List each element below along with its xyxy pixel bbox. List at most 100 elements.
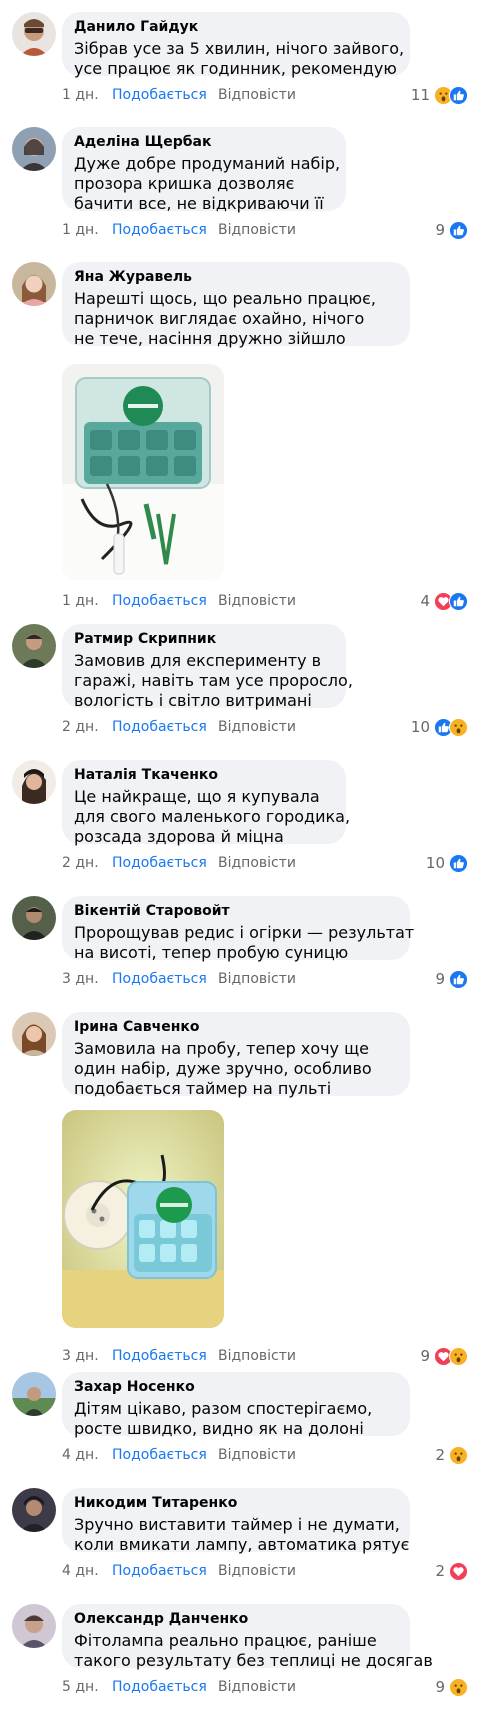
love-reaction-icon	[449, 1561, 468, 1581]
reaction-summary[interactable]: 10	[411, 717, 468, 737]
comment-line: подобається таймер на пульті	[74, 1079, 332, 1098]
avatar[interactable]	[12, 127, 56, 171]
avatar[interactable]	[12, 12, 56, 56]
reaction-summary[interactable]: 9	[420, 1346, 468, 1366]
like-button[interactable]: Подобається	[112, 969, 207, 989]
comment-line: Замовила на пробу, тепер хочу ще	[74, 1039, 370, 1058]
comment-line: коли вмикати лампу, автоматика рятує	[74, 1535, 410, 1554]
comment-line: не тече, насіння дружно зійшло	[74, 329, 346, 348]
avatar[interactable]	[12, 624, 56, 668]
comment-photo[interactable]	[62, 364, 224, 580]
reaction-summary[interactable]: 10	[426, 853, 468, 873]
author-name[interactable]: Наталія Ткаченко	[74, 766, 334, 785]
like-button[interactable]: Подобається	[112, 717, 207, 737]
timestamp[interactable]: 1 дн.	[62, 220, 99, 240]
comment-line: Зібрав усе за 5 хвилин, нічого зайвого,	[74, 39, 405, 58]
reaction-summary[interactable]: 9	[435, 1677, 468, 1697]
comment-line: такого результату без теплиці не досягав	[74, 1651, 433, 1670]
comment-line: росте швидко, видно як на долоні	[74, 1419, 364, 1438]
comment: Яна Журавель Нарешті щось, що реально пр…	[0, 262, 480, 612]
reaction-summary[interactable]: 4	[420, 591, 468, 611]
timestamp[interactable]: 4 дн.	[62, 1561, 99, 1581]
comment-line: Фітолампа реально працює, раніше	[74, 1631, 377, 1650]
like-button[interactable]: Подобається	[112, 1677, 207, 1697]
comment-bubble: Яна Журавель Нарешті щось, що реально пр…	[62, 262, 410, 348]
reply-button[interactable]: Відповісти	[218, 1346, 296, 1366]
wow-reaction-icon	[449, 1445, 468, 1465]
comment-bubble: Ірина Савченко Замовила на пробу, тепер …	[62, 1012, 410, 1099]
like-button[interactable]: Подобається	[112, 591, 207, 611]
comment-line: Нарешті щось, що реально працює,	[74, 289, 376, 308]
comment-line: прозора кришка дозволяє	[74, 174, 295, 193]
avatar[interactable]	[12, 262, 56, 306]
comment-text: Замовила на пробу, тепер хочу ще один на…	[74, 1039, 398, 1099]
avatar[interactable]	[12, 1012, 56, 1056]
reply-button[interactable]: Відповісти	[218, 853, 296, 873]
reply-button[interactable]: Відповісти	[218, 717, 296, 737]
comment-text: Зібрав усе за 5 хвилин, нічого зайвого, …	[74, 39, 405, 79]
author-name[interactable]: Аделіна Щербак	[74, 133, 334, 152]
comment-bubble: Никодим Титаренко Зручно виставити тайме…	[62, 1488, 410, 1554]
timestamp[interactable]: 5 дн.	[62, 1677, 99, 1697]
like-reaction-icon	[449, 969, 468, 989]
timestamp[interactable]: 1 дн.	[62, 85, 99, 105]
author-name[interactable]: Ірина Савченко	[74, 1018, 398, 1037]
author-name[interactable]: Яна Журавель	[74, 268, 398, 287]
reaction-summary[interactable]: 9	[435, 969, 468, 989]
avatar[interactable]	[12, 1488, 56, 1532]
comment-meta: 2 дн. Подобається Відповісти	[62, 853, 296, 873]
reaction-summary[interactable]: 2	[435, 1561, 468, 1581]
comment-meta: 3 дн. Подобається Відповісти	[62, 1346, 296, 1366]
comment-line: парничок виглядає охайно, нічого	[74, 309, 365, 328]
reply-button[interactable]: Відповісти	[218, 1677, 296, 1697]
reaction-count: 4	[420, 592, 430, 610]
timestamp[interactable]: 1 дн.	[62, 591, 99, 611]
reaction-summary[interactable]: 2	[435, 1445, 468, 1465]
comment-line: Це найкраще, що я купувала	[74, 787, 320, 806]
timestamp[interactable]: 4 дн.	[62, 1445, 99, 1465]
reaction-count: 2	[435, 1446, 445, 1464]
like-button[interactable]: Подобається	[112, 1561, 207, 1581]
reply-button[interactable]: Відповісти	[218, 1445, 296, 1465]
wow-reaction-icon	[449, 1346, 468, 1366]
reaction-count: 9	[420, 1347, 430, 1365]
avatar[interactable]	[12, 896, 56, 940]
author-name[interactable]: Ратмир Скрипник	[74, 630, 334, 649]
reply-button[interactable]: Відповісти	[218, 220, 296, 240]
comment-photo[interactable]	[62, 1110, 224, 1328]
author-name[interactable]: Олександр Данченко	[74, 1610, 398, 1629]
reaction-count: 9	[435, 970, 445, 988]
avatar[interactable]	[12, 1372, 56, 1416]
timestamp[interactable]: 3 дн.	[62, 969, 99, 989]
like-button[interactable]: Подобається	[112, 1445, 207, 1465]
reply-button[interactable]: Відповісти	[218, 591, 296, 611]
timestamp[interactable]: 3 дн.	[62, 1346, 99, 1366]
author-name[interactable]: Данило Гайдук	[74, 18, 398, 37]
avatar[interactable]	[12, 760, 56, 804]
like-button[interactable]: Подобається	[112, 853, 207, 873]
author-name[interactable]: Вікентій Старовойт	[74, 902, 398, 921]
comment-line: на висоті, тепер пробую суницю	[74, 943, 349, 962]
reply-button[interactable]: Відповісти	[218, 969, 296, 989]
timestamp[interactable]: 2 дн.	[62, 717, 99, 737]
comment-line: гаражі, навіть там усе проросло,	[74, 671, 353, 690]
reply-button[interactable]: Відповісти	[218, 1561, 296, 1581]
comment-bubble: Олександр Данченко Фітолампа реально пра…	[62, 1604, 433, 1670]
avatar[interactable]	[12, 1604, 56, 1648]
comment: Вікентій Старовойт Пророщував редис і ог…	[0, 896, 480, 1006]
like-button[interactable]: Подобається	[112, 220, 207, 240]
reaction-summary[interactable]: 9	[435, 220, 468, 240]
author-name[interactable]: Никодим Титаренко	[74, 1494, 398, 1513]
author-name[interactable]: Захар Носенко	[74, 1378, 398, 1397]
like-button[interactable]: Подобається	[112, 85, 207, 105]
like-button[interactable]: Подобається	[112, 1346, 207, 1366]
wow-reaction-icon	[449, 717, 468, 737]
comment: Данило Гайдук Зібрав усе за 5 хвилин, ні…	[0, 12, 480, 122]
like-reaction-icon	[449, 853, 468, 873]
comment-bubble: Данило Гайдук Зібрав усе за 5 хвилин, ні…	[62, 12, 410, 79]
reaction-summary[interactable]: 11	[411, 85, 468, 105]
timestamp[interactable]: 2 дн.	[62, 853, 99, 873]
reply-button[interactable]: Відповісти	[218, 85, 296, 105]
comment-meta: 3 дн. Подобається Відповісти	[62, 969, 296, 989]
comment-meta: 1 дн. Подобається Відповісти	[62, 85, 296, 105]
